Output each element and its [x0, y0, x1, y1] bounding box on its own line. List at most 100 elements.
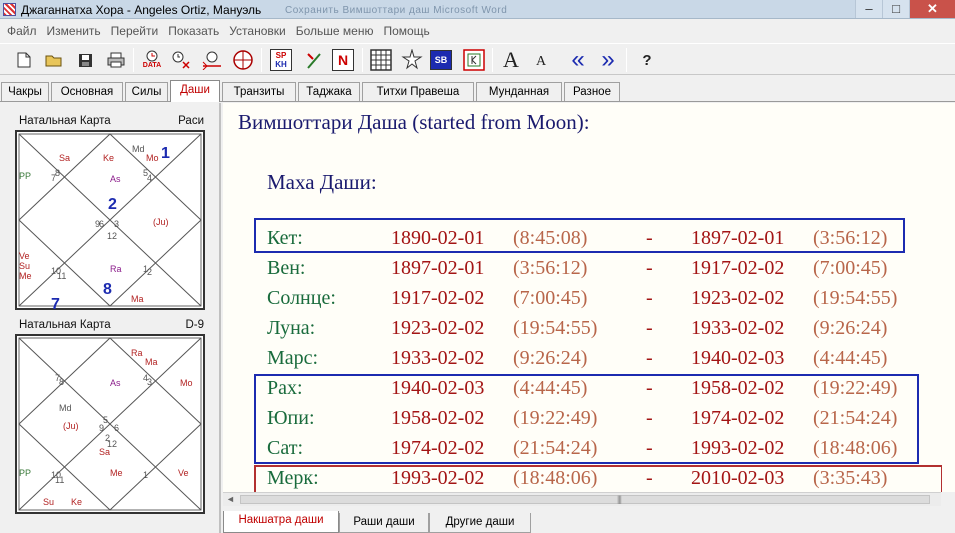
- end-date: 1933-02-02: [691, 317, 785, 339]
- chart-house-label: 1: [161, 145, 170, 162]
- save-icon[interactable]: [73, 48, 97, 72]
- kp-icon[interactable]: [302, 48, 326, 72]
- tab-rasi-dashas[interactable]: Раши даши: [339, 513, 429, 533]
- range-dash: -: [646, 257, 653, 279]
- start-date: 1897-02-01: [391, 257, 485, 279]
- sb-icon[interactable]: SB: [430, 50, 452, 70]
- menu-help[interactable]: Помощь: [378, 24, 434, 38]
- chart-house-label: 8: [59, 377, 64, 387]
- end-time: (9:26:24): [813, 317, 888, 339]
- dasha-planet: Марс:: [267, 347, 319, 369]
- tab-other-dashas[interactable]: Другие даши: [429, 513, 531, 533]
- grid-chart-icon[interactable]: [369, 48, 393, 72]
- print-icon[interactable]: [104, 48, 128, 72]
- menu-edit[interactable]: Изменить: [42, 24, 106, 38]
- chart-house-label: Mo: [146, 153, 159, 163]
- chart-house-label: Ra: [131, 348, 143, 358]
- chart-house-label: Ra: [110, 264, 122, 274]
- time-forward-icon[interactable]: [200, 48, 224, 72]
- transit-chart-icon[interactable]: [231, 48, 255, 72]
- k-chart-icon[interactable]: [462, 48, 486, 72]
- menu-goto[interactable]: Перейти: [106, 24, 164, 38]
- start-time: (9:26:24): [513, 347, 588, 369]
- start-time: (7:00:45): [513, 287, 588, 309]
- tab-nakshatra-dashas[interactable]: Накшатра даши: [223, 511, 339, 533]
- decrease-font-icon[interactable]: A: [529, 48, 553, 72]
- data-label: DATA: [142, 62, 162, 69]
- d9-chart-diagram: RaMa78 As 43 MoMd(Ju)59 6212SaPP 10 Me Ve11 1Su K…: [15, 334, 205, 514]
- minimize-button[interactable]: –: [855, 0, 882, 18]
- maximize-button[interactable]: □: [882, 0, 909, 18]
- menu-settings[interactable]: Установки: [224, 24, 290, 38]
- chart-house-label: 2: [108, 196, 117, 213]
- rasi-chart[interactable]: Натальная Карта Раси Sa Ke Md Mo 1 PP 8 7 As 5 4 2 6…: [15, 114, 224, 319]
- chart-house-label: Me: [19, 271, 32, 281]
- close-button[interactable]: ✕: [909, 0, 955, 18]
- chart-house-label: 3: [114, 219, 119, 229]
- tab-tajaka[interactable]: Таджака: [298, 82, 360, 101]
- tab-chakras[interactable]: Чакры: [1, 82, 49, 101]
- menu-more[interactable]: Больше меню: [291, 24, 379, 38]
- chart-house-label: Su: [19, 261, 30, 271]
- dasha-row: Марс: 1933-02-02 (9:26:24) - 1940-02-03 (4:44…: [223, 347, 955, 375]
- dasha-planet: Вен:: [267, 257, 306, 279]
- tab-main[interactable]: Основная: [51, 82, 123, 101]
- end-time: (4:44:45): [813, 347, 888, 369]
- tab-transits[interactable]: Транзиты: [222, 82, 296, 101]
- chart-house-label: (Ju): [153, 217, 169, 227]
- chart-house-label: 2: [147, 267, 152, 277]
- chart-house-label: PP: [19, 468, 31, 478]
- highlight-box: [254, 218, 905, 253]
- chart-house-label: PP: [19, 171, 31, 181]
- dasha-row: Вен: 1897-02-01 (3:56:12) - 1917-02-02 (7:00:…: [223, 257, 955, 285]
- chart-house-label: As: [110, 378, 121, 388]
- new-file-icon[interactable]: [12, 48, 36, 72]
- chart-house-label: 3: [147, 377, 152, 387]
- dasha-title: Вимшоттари Даша (started from Moon):: [238, 110, 590, 134]
- chart-house-label: Sa: [99, 447, 110, 457]
- chart-house-label: 12: [107, 231, 117, 241]
- end-date: 1940-02-03: [691, 347, 785, 369]
- range-dash: -: [646, 287, 653, 309]
- d9-chart[interactable]: Натальная Карта D-9 Ra Ma 7 8 As 4 3 Mo Md (Ju) 5 9…: [15, 318, 224, 523]
- tab-mundane[interactable]: Мунданная: [476, 82, 562, 101]
- chart-house-label: (Ju): [63, 421, 79, 431]
- chart-house-label: Me: [110, 468, 123, 478]
- n-chart-icon[interactable]: N: [332, 49, 354, 71]
- chart-house-label: Md: [59, 403, 72, 413]
- scroll-left-icon[interactable]: ◄: [226, 494, 235, 504]
- chart-house-label: Sa: [59, 153, 70, 163]
- menu-file[interactable]: Файл: [2, 24, 42, 38]
- end-time: (19:54:55): [813, 287, 898, 309]
- rasi-chart-diagram: Sa KeMdMo 1PP 87 As54269 3 (Ju)12VeSuMe 1011Ra8…: [15, 130, 205, 310]
- chart-house-label: 7: [51, 173, 56, 183]
- sp-kh-icon[interactable]: SP KH: [270, 49, 292, 71]
- chart-house-label: 11: [57, 271, 66, 281]
- birth-data-clock-icon[interactable]: DATA: [140, 48, 164, 72]
- horizontal-scrollbar[interactable]: ◄ |||: [223, 492, 941, 506]
- tab-tithi-pravesha[interactable]: Титхи Правеша: [362, 82, 474, 101]
- next-icon[interactable]: »: [596, 46, 620, 73]
- star-chart-icon[interactable]: [400, 48, 424, 72]
- chart-house-label: Ke: [71, 497, 82, 507]
- increase-font-icon[interactable]: A: [499, 47, 523, 72]
- previous-icon[interactable]: «: [566, 46, 590, 73]
- tab-strengths[interactable]: Силы: [125, 82, 168, 101]
- help-icon[interactable]: ?: [635, 48, 659, 72]
- charts-panel: Натальная Карта Раси Sa Ke Md Mo 1 PP 8 7 As 5 4 2 6…: [0, 103, 221, 533]
- range-dash: -: [646, 317, 653, 339]
- chart-house-label: Ve: [178, 468, 189, 478]
- start-time: (3:56:12): [513, 257, 588, 279]
- chart-house-label: 7: [51, 296, 60, 310]
- scroll-thumb[interactable]: |||: [240, 494, 930, 504]
- dasha-type-tabs: Накшатра даши Раши даши Другие даши: [221, 507, 955, 533]
- dasha-row: Солнце: 1917-02-02 (7:00:45) - 1923-02-02 (19…: [223, 287, 955, 315]
- time-back-icon[interactable]: [170, 48, 194, 72]
- background-window-title: Сохранить Вимшоттари даш Microsoft Word: [285, 5, 508, 16]
- highlight-box: [254, 465, 942, 492]
- menu-view[interactable]: Показать: [163, 24, 224, 38]
- chart-house-label: Su: [43, 497, 54, 507]
- open-folder-icon[interactable]: [42, 48, 66, 72]
- tab-dashas[interactable]: Даши: [170, 80, 220, 102]
- tab-misc[interactable]: Разное: [564, 82, 620, 101]
